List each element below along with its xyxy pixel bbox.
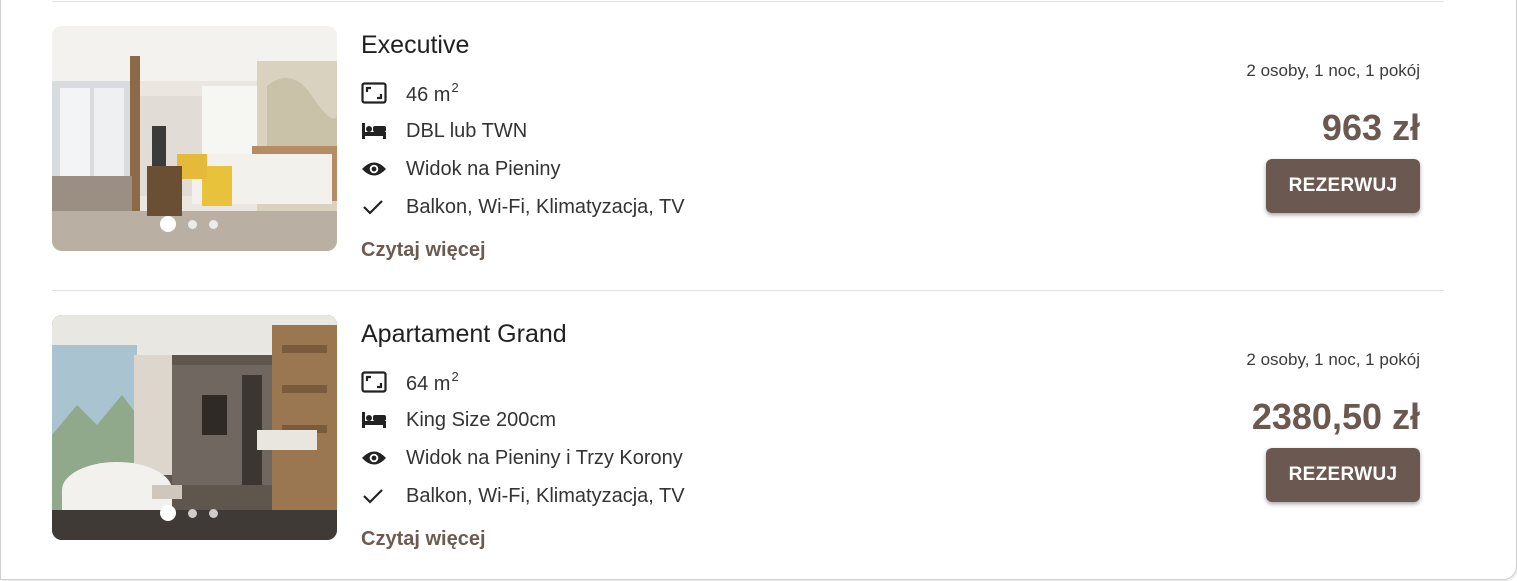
room-area-value: 46 m <box>406 83 451 106</box>
room-view: Widok na Pieniny <box>361 155 561 183</box>
read-more-link[interactable]: Czytaj więcej <box>361 528 486 551</box>
carousel-dot-3[interactable] <box>209 508 218 518</box>
room-amenities: Balkon, Wi-Fi, Klimatyzacja, TV <box>361 193 685 221</box>
carousel-dots <box>160 505 218 521</box>
room-area: 46 m2 <box>361 79 459 107</box>
read-more-link[interactable]: Czytaj więcej <box>361 239 486 262</box>
room-card-executive: Executive 46 m2 DBL lub TWN Widok na Pie… <box>0 26 1517 286</box>
eye-icon <box>361 157 387 181</box>
check-icon <box>361 195 387 219</box>
book-button[interactable]: REZERWUJ <box>1266 159 1420 213</box>
room-amenities: Balkon, Wi-Fi, Klimatyzacja, TV <box>361 482 685 510</box>
room-card-apartament-grand: Apartament Grand 64 m2 King Size 200cm W… <box>0 315 1517 575</box>
carousel-dot-2[interactable] <box>188 508 197 518</box>
carousel-dot-1[interactable] <box>160 216 176 232</box>
room-view-text: Widok na Pieniny i Trzy Korony <box>406 446 683 469</box>
divider <box>52 1 1444 2</box>
carousel-dot-2[interactable] <box>188 219 197 229</box>
occupancy-text: 2 osoby, 1 noc, 1 pokój <box>1246 350 1420 369</box>
room-title: Apartament Grand <box>361 320 567 348</box>
room-view-text: Widok na Pieniny <box>406 157 561 180</box>
area-icon <box>361 370 387 394</box>
room-price: 963 zł <box>1321 107 1420 148</box>
carousel-dot-1[interactable] <box>160 505 176 521</box>
room-area: 64 m2 <box>361 368 459 396</box>
bed-icon <box>361 408 387 432</box>
carousel-dots <box>160 216 218 232</box>
room-area-value: 64 m <box>406 372 451 395</box>
room-photo-carousel[interactable] <box>52 26 337 251</box>
divider <box>52 290 1444 291</box>
carousel-dot-3[interactable] <box>209 219 218 229</box>
room-amenities-text: Balkon, Wi-Fi, Klimatyzacja, TV <box>406 195 685 218</box>
room-price: 2380,50 zł <box>1251 396 1420 437</box>
check-icon <box>361 484 387 508</box>
occupancy-text: 2 osoby, 1 noc, 1 pokój <box>1246 61 1420 80</box>
room-bed: King Size 200cm <box>361 406 556 434</box>
book-button[interactable]: REZERWUJ <box>1266 448 1420 502</box>
room-bed-text: DBL lub TWN <box>406 119 528 142</box>
room-area-unit-sup: 2 <box>451 79 459 95</box>
area-icon <box>361 81 387 105</box>
room-view: Widok na Pieniny i Trzy Korony <box>361 444 683 472</box>
room-bed: DBL lub TWN <box>361 117 527 145</box>
eye-icon <box>361 446 387 470</box>
room-bed-text: King Size 200cm <box>406 408 557 431</box>
room-area-unit-sup: 2 <box>451 368 459 384</box>
room-title: Executive <box>361 31 470 59</box>
room-amenities-text: Balkon, Wi-Fi, Klimatyzacja, TV <box>406 484 685 507</box>
room-photo-carousel[interactable] <box>52 315 337 540</box>
bed-icon <box>361 119 387 143</box>
